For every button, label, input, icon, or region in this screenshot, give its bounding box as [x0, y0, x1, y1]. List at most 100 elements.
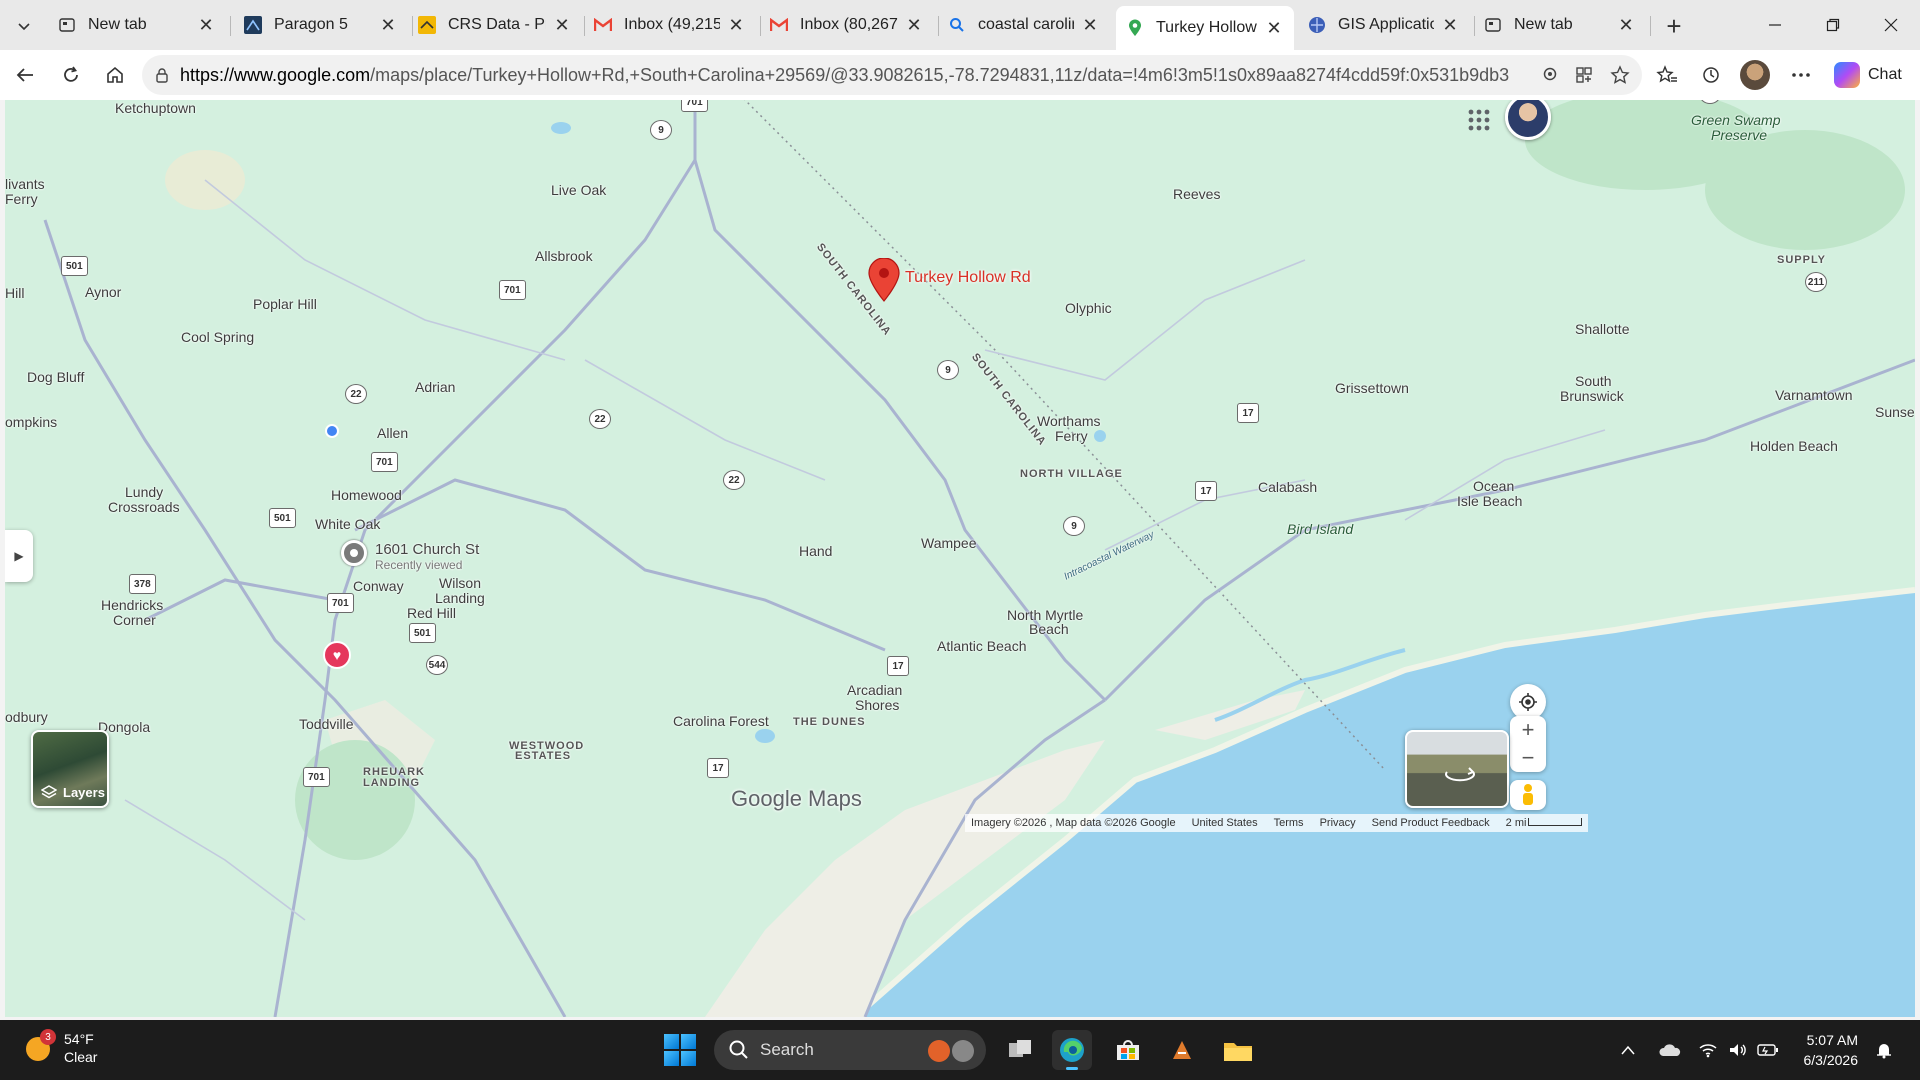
place-label[interactable]: Conway — [353, 578, 404, 595]
start-button[interactable] — [664, 1034, 696, 1066]
file-explorer-icon[interactable] — [1218, 1030, 1258, 1070]
place-label[interactable]: Adrian — [415, 379, 455, 396]
place-label[interactable]: Poplar Hill — [253, 296, 317, 313]
recent-place-name[interactable]: 1601 Church St — [375, 541, 479, 558]
place-label[interactable]: Ferry — [1055, 428, 1088, 445]
home-icon[interactable] — [100, 60, 130, 90]
task-view-icon[interactable] — [1000, 1030, 1040, 1070]
tab-new-tab-1[interactable]: New tab ✕ — [48, 6, 226, 44]
pegman-icon[interactable] — [1510, 780, 1546, 810]
place-label[interactable]: Live Oak — [551, 182, 606, 199]
place-label[interactable]: Corner — [113, 612, 156, 629]
place-label[interactable]: NORTH VILLAGE — [1020, 466, 1123, 483]
saved-place-heart-icon[interactable]: ♥ — [323, 641, 351, 669]
place-label[interactable]: SUPPLY — [1777, 252, 1826, 269]
place-label[interactable]: THE DUNES — [793, 714, 866, 731]
place-label[interactable]: Ketchuptown — [115, 100, 196, 117]
close-tab-icon[interactable]: ✕ — [1440, 15, 1460, 35]
place-label[interactable]: Allsbrook — [535, 248, 593, 265]
favorites-icon[interactable] — [1652, 60, 1682, 90]
place-label[interactable]: Holden Beach — [1750, 438, 1838, 455]
more-options-icon[interactable] — [1786, 60, 1816, 90]
place-label[interactable]: ESTATES — [515, 748, 571, 765]
place-label[interactable]: Allen — [377, 425, 408, 442]
place-label[interactable]: Homewood — [331, 487, 402, 504]
place-label[interactable]: Brunswick — [1560, 388, 1624, 405]
tab-inbox-1[interactable]: Inbox (49,215) - ✕ — [584, 6, 756, 44]
place-label[interactable]: Aynor — [85, 284, 121, 301]
volume-icon[interactable] — [1726, 1038, 1750, 1062]
place-label[interactable]: Beach — [1029, 621, 1069, 638]
history-icon[interactable] — [1696, 60, 1726, 90]
feedback-link[interactable]: Send Product Feedback — [1372, 817, 1490, 829]
place-label[interactable]: Cool Spring — [181, 329, 254, 346]
tab-inbox-2[interactable]: Inbox (80,267) - ✕ — [760, 6, 934, 44]
layers-button[interactable]: Layers — [31, 730, 109, 808]
tab-gis-application[interactable]: GIS Application ✕ — [1298, 6, 1470, 44]
browser-profile-avatar[interactable] — [1740, 60, 1770, 90]
close-tab-icon[interactable]: ✕ — [552, 15, 572, 35]
close-tab-icon[interactable]: ✕ — [726, 15, 746, 35]
place-label[interactable]: Bird Island — [1287, 521, 1353, 538]
refresh-icon[interactable] — [56, 60, 86, 90]
close-tab-icon[interactable]: ✕ — [904, 15, 924, 35]
country-link[interactable]: United States — [1192, 817, 1258, 829]
place-label[interactable]: Dog Bluff — [27, 369, 84, 386]
close-window-icon[interactable] — [1876, 10, 1906, 40]
weather-widget[interactable]: 3 54°F Clear — [24, 1029, 97, 1066]
onedrive-cloud-icon[interactable] — [1658, 1038, 1682, 1062]
zoom-in-button[interactable]: + — [1522, 716, 1535, 744]
place-label[interactable]: Shores — [855, 697, 899, 714]
location-pin-icon[interactable] — [1538, 63, 1562, 87]
place-label[interactable]: Sunse — [1875, 404, 1915, 421]
close-tab-icon[interactable]: ✕ — [1264, 18, 1284, 38]
recent-place-pin[interactable] — [341, 540, 367, 566]
place-label[interactable]: Hand — [799, 543, 832, 560]
battery-icon[interactable] — [1756, 1038, 1780, 1062]
microsoft-store-icon[interactable] — [1108, 1030, 1148, 1070]
place-label[interactable]: Olyphic — [1065, 300, 1112, 317]
close-tab-icon[interactable]: ✕ — [196, 15, 216, 35]
tab-actions-menu-icon[interactable] — [10, 12, 38, 40]
terms-link[interactable]: Terms — [1274, 817, 1304, 829]
notification-bell-icon[interactable] — [1872, 1038, 1896, 1062]
place-label[interactable]: Red Hill — [407, 605, 456, 622]
close-tab-icon[interactable]: ✕ — [378, 15, 398, 35]
expand-side-panel-button[interactable]: ▶ — [5, 530, 33, 582]
street-view-thumbnail[interactable] — [1405, 730, 1509, 808]
app-pinned-icon[interactable] — [1162, 1030, 1202, 1070]
my-location-button[interactable] — [1510, 684, 1546, 720]
place-label[interactable]: Ferry — [5, 191, 38, 208]
tab-crs-data[interactable]: CRS Data - Prop ✕ — [408, 6, 582, 44]
place-label[interactable]: Reeves — [1173, 186, 1220, 203]
red-location-pin-icon[interactable] — [867, 258, 901, 302]
place-label[interactable]: ompkins — [5, 414, 57, 431]
site-info-icon[interactable] — [152, 65, 172, 85]
edge-browser-icon[interactable] — [1052, 1030, 1092, 1070]
tab-coastal-carolina[interactable]: coastal carolina ✕ — [938, 6, 1110, 44]
new-tab-button[interactable]: + — [1660, 11, 1688, 41]
app-available-icon[interactable] — [1572, 63, 1596, 87]
place-label[interactable]: LANDING — [363, 775, 420, 792]
scale-label[interactable]: 2 mi — [1506, 817, 1583, 829]
place-label[interactable]: Crossroads — [108, 499, 180, 516]
address-bar[interactable]: https://www.google.com/maps/place/Turkey… — [142, 55, 1642, 95]
system-clock[interactable]: 5:07 AM 6/3/2026 — [1778, 1030, 1859, 1070]
close-tab-icon[interactable]: ✕ — [1080, 15, 1100, 35]
map-canvas[interactable]: SOUTH CAROLINA SOUTH CAROLINA Ketchuptow… — [5, 100, 1915, 1017]
copilot-chat-button[interactable]: Chat — [1834, 60, 1902, 90]
favorite-star-icon[interactable] — [1608, 63, 1632, 87]
place-label[interactable]: Toddville — [299, 716, 353, 733]
zoom-out-button[interactable]: − — [1522, 744, 1535, 772]
close-tab-icon[interactable]: ✕ — [1616, 15, 1636, 35]
restore-icon[interactable] — [1818, 10, 1848, 40]
place-label[interactable]: Shallotte — [1575, 321, 1629, 338]
place-label[interactable]: Calabash — [1258, 479, 1317, 496]
place-label[interactable]: Grissettown — [1335, 380, 1409, 397]
place-label[interactable]: Carolina Forest — [673, 713, 769, 730]
wifi-icon[interactable] — [1696, 1038, 1720, 1062]
place-label[interactable]: Varnamtown — [1775, 387, 1853, 404]
show-hidden-icons-icon[interactable] — [1616, 1038, 1640, 1062]
place-label[interactable]: Isle Beach — [1457, 493, 1522, 510]
privacy-link[interactable]: Privacy — [1320, 817, 1356, 829]
